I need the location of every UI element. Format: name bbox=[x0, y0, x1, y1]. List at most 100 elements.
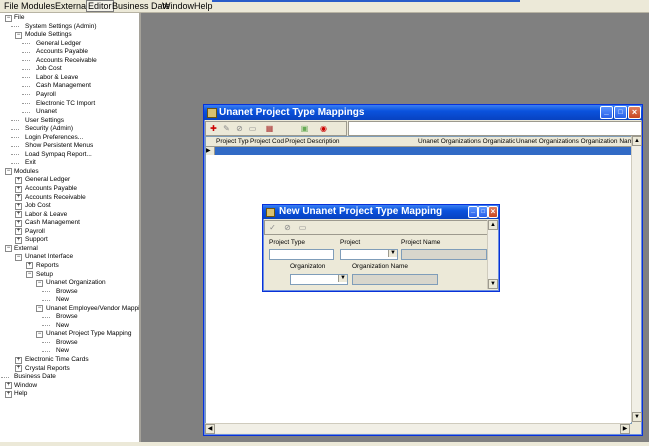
project-type-input[interactable] bbox=[269, 249, 334, 260]
maximize-icon[interactable]: □ bbox=[478, 206, 488, 218]
expand-icon[interactable]: + bbox=[15, 211, 22, 219]
tree-connector bbox=[22, 60, 30, 62]
scroll-left-icon[interactable]: ◀ bbox=[205, 424, 215, 434]
tree-connector bbox=[42, 316, 50, 318]
vertical-scrollbar[interactable]: ▲ ▼ bbox=[631, 136, 642, 422]
minimize-icon[interactable]: _ bbox=[600, 106, 613, 119]
new-record-icon[interactable]: ✚ bbox=[208, 123, 219, 134]
collapse-icon[interactable]: − bbox=[36, 330, 43, 338]
expand-icon[interactable]: + bbox=[15, 202, 22, 210]
window-app-icon bbox=[207, 108, 217, 118]
expand-icon[interactable]: + bbox=[15, 365, 22, 373]
delete-icon[interactable]: ⊘ bbox=[234, 123, 245, 134]
new-window-titlebar[interactable]: New Unanet Project Type Mapping _ □ × bbox=[263, 205, 499, 219]
save-check-icon[interactable]: ✓ bbox=[267, 222, 278, 233]
menu-help[interactable]: Help bbox=[193, 1, 214, 11]
mapping-toolbar-field[interactable] bbox=[348, 121, 642, 136]
collapse-icon[interactable]: − bbox=[15, 31, 22, 39]
chevron-down-icon[interactable]: ▼ bbox=[388, 250, 397, 257]
column-project-type[interactable]: Project Type bbox=[215, 137, 250, 147]
tree-connector bbox=[11, 137, 19, 139]
scroll-down-icon[interactable]: ▼ bbox=[632, 412, 642, 422]
menu-window[interactable]: Window bbox=[161, 1, 195, 11]
tree-item[interactable]: File bbox=[14, 13, 24, 22]
expand-icon[interactable]: + bbox=[15, 194, 22, 202]
mdi-workspace: Unanet Project Type Mappings _ □ × ✚ ✎ ⊘… bbox=[141, 13, 649, 442]
new-window-toolbar: ✓ ⊘ ▭ bbox=[264, 220, 488, 235]
tree-connector bbox=[22, 111, 30, 113]
collapse-icon[interactable]: − bbox=[36, 279, 43, 287]
tree-connector bbox=[22, 94, 30, 96]
tree-item[interactable]: Help bbox=[14, 389, 27, 398]
tree-connector bbox=[42, 291, 50, 293]
project-select[interactable]: ▼ bbox=[340, 249, 398, 260]
window-app-icon bbox=[266, 208, 275, 217]
menu-modules[interactable]: Modules bbox=[20, 1, 56, 11]
dialog-scrollbar[interactable]: ▲ ▼ bbox=[487, 220, 498, 289]
collapse-icon[interactable]: − bbox=[26, 271, 33, 278]
organization-name-field bbox=[352, 274, 438, 285]
export-icon[interactable]: ▦ bbox=[264, 123, 275, 134]
scroll-right-icon[interactable]: ▶ bbox=[620, 424, 630, 434]
current-row-indicator: ▶ bbox=[206, 147, 215, 155]
clear-icon[interactable]: ▭ bbox=[297, 222, 308, 233]
expand-icon[interactable]: + bbox=[15, 185, 22, 193]
horizontal-scrollbar[interactable]: ◀ ▶ bbox=[205, 423, 630, 434]
refresh-icon[interactable]: ◉ bbox=[318, 123, 329, 134]
collapse-icon[interactable]: − bbox=[15, 253, 22, 261]
tree-connector bbox=[1, 376, 9, 378]
tree-connector bbox=[22, 43, 30, 45]
minimize-icon[interactable]: _ bbox=[468, 206, 478, 218]
column-org-name[interactable]: Unanet Organizations Organization Name bbox=[515, 137, 633, 147]
cancel-icon[interactable]: ⊘ bbox=[282, 222, 293, 233]
project-label: Project bbox=[340, 239, 361, 246]
expand-icon[interactable]: + bbox=[15, 228, 22, 236]
tree-connector bbox=[11, 120, 19, 122]
menu-file[interactable]: File bbox=[3, 1, 20, 11]
project-name-label: Project Name bbox=[401, 239, 441, 246]
new-window-title: New Unanet Project Type Mapping bbox=[279, 206, 443, 217]
menu-editor[interactable]: Editor bbox=[86, 0, 114, 12]
collapse-icon[interactable]: − bbox=[5, 168, 12, 176]
navigation-tree: − File System Settings (Admin) − Module Sett… bbox=[0, 13, 141, 442]
tree-connector bbox=[42, 299, 50, 301]
expand-icon[interactable]: + bbox=[5, 390, 12, 398]
menu-external[interactable]: External bbox=[54, 1, 89, 11]
expand-icon[interactable]: + bbox=[15, 219, 22, 227]
collapse-icon[interactable]: − bbox=[36, 305, 43, 313]
menu-highlight-strip bbox=[212, 0, 520, 5]
expand-icon[interactable]: + bbox=[15, 356, 22, 364]
scroll-up-icon[interactable]: ▲ bbox=[488, 220, 498, 230]
tree-connector bbox=[42, 325, 50, 327]
collapse-icon[interactable]: − bbox=[5, 245, 12, 253]
expand-icon[interactable]: + bbox=[26, 262, 33, 270]
table-row[interactable] bbox=[215, 147, 631, 155]
mapping-toolbar: ✚ ✎ ⊘ ▭ ▦ ▣ ◉ bbox=[205, 121, 347, 136]
tree-connector bbox=[22, 51, 30, 53]
scroll-down-icon[interactable]: ▼ bbox=[488, 279, 498, 289]
tree-connector bbox=[11, 162, 19, 164]
column-project-code[interactable]: Project Code bbox=[249, 137, 285, 147]
expand-icon[interactable]: + bbox=[15, 176, 22, 184]
copy-icon[interactable]: ▭ bbox=[247, 123, 258, 134]
menu-bar: File Modules External Editor Business Da… bbox=[0, 0, 649, 13]
expand-icon[interactable]: + bbox=[15, 236, 22, 244]
close-icon[interactable]: × bbox=[488, 206, 498, 218]
tree-connector bbox=[42, 350, 50, 352]
tree-connector bbox=[11, 128, 19, 130]
tree-connector bbox=[22, 68, 30, 70]
edit-icon[interactable]: ✎ bbox=[221, 123, 232, 134]
scroll-up-icon[interactable]: ▲ bbox=[632, 136, 642, 146]
print-icon[interactable]: ▣ bbox=[299, 123, 310, 134]
collapse-icon[interactable]: − bbox=[5, 14, 12, 22]
mapping-window-titlebar[interactable]: Unanet Project Type Mappings _ □ × bbox=[204, 105, 642, 120]
chevron-down-icon[interactable]: ▼ bbox=[338, 275, 347, 282]
close-icon[interactable]: × bbox=[628, 106, 641, 119]
organization-name-label: Organization Name bbox=[352, 263, 408, 270]
column-org-id[interactable]: Unanet Organizations Organization ID bbox=[417, 137, 516, 147]
tree-connector bbox=[11, 26, 19, 28]
column-project-description[interactable]: Project Description bbox=[284, 137, 418, 147]
expand-icon[interactable]: + bbox=[5, 382, 12, 390]
organization-select[interactable]: ▼ bbox=[290, 274, 348, 285]
maximize-icon[interactable]: □ bbox=[614, 106, 627, 119]
